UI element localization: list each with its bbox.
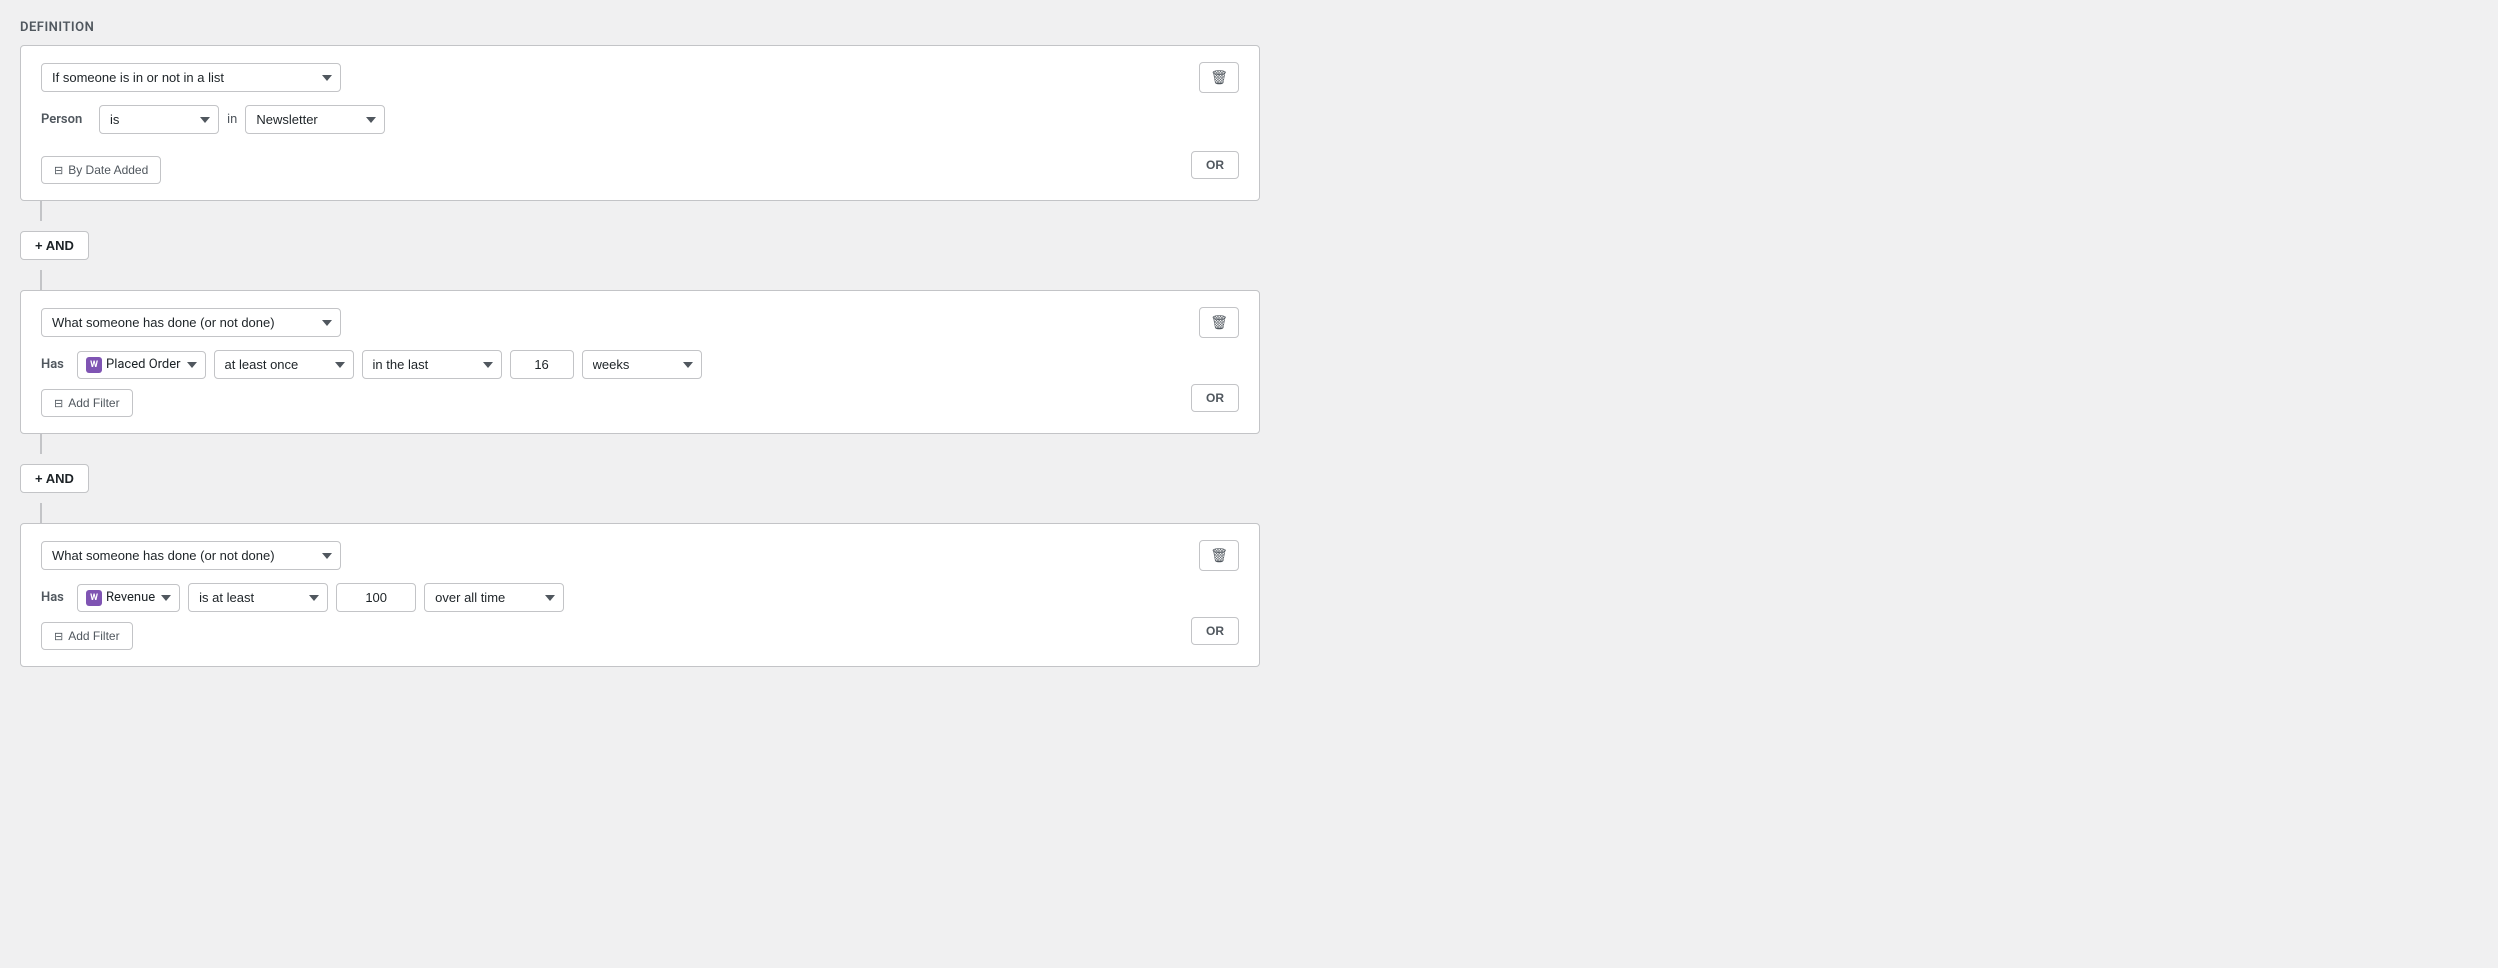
definition-label: Definition: [20, 20, 1260, 35]
and-connector-1: + AND: [20, 231, 1260, 260]
and-button-1[interactable]: + AND: [20, 231, 89, 260]
time-value-input-2[interactable]: [510, 350, 574, 379]
delete-block-2-button[interactable]: 🗑: [1199, 307, 1239, 338]
person-is-select[interactable]: is: [99, 105, 219, 134]
trash-icon-2: 🗑: [1210, 314, 1228, 331]
and-line-1: [40, 201, 42, 221]
condition-row-top-1: If someone is in or not in a list 🗑: [41, 62, 1239, 93]
trash-icon-1: 🗑: [1210, 69, 1228, 86]
woo-action-select-3[interactable]: Revenue: [77, 584, 180, 612]
woo-icon-3: [86, 590, 102, 606]
frequency-select-2[interactable]: at least once: [214, 350, 354, 379]
filter-icon-2: ⊟: [54, 397, 63, 410]
block1-footer: ⊟ By Date Added OR: [41, 146, 1239, 184]
condition-row-top-3: What someone has done (or not done) 🗑: [41, 540, 1239, 571]
has-label-3: Has: [41, 590, 69, 605]
woo-action-select-2[interactable]: Placed Order: [77, 351, 206, 379]
condition-block-3: What someone has done (or not done) 🗑 Ha…: [20, 523, 1260, 667]
delete-block-1-button[interactable]: 🗑: [1199, 62, 1239, 93]
condition-type-select-3[interactable]: What someone has done (or not done): [41, 541, 341, 570]
condition-type-select-1[interactable]: If someone is in or not in a list: [41, 63, 341, 92]
and-line-2b: [40, 503, 42, 523]
person-row: Person is in Newsletter: [41, 105, 1239, 134]
and-line-2: [40, 434, 42, 454]
time-unit-select-2[interactable]: weeks: [582, 350, 702, 379]
filter-icon-1: ⊟: [54, 164, 63, 177]
in-label: in: [227, 112, 237, 127]
and-connector-1-wrapper: + AND: [20, 201, 1260, 290]
and-connector-2: + AND: [20, 464, 1260, 493]
page-wrapper: Definition If someone is in or not in a …: [20, 20, 1260, 667]
value-input-3[interactable]: [336, 583, 416, 612]
has-row-2: Has Placed Order at least once in the la…: [41, 350, 1239, 379]
condition-block-1: If someone is in or not in a list 🗑 Pers…: [20, 45, 1260, 201]
delete-block-3-button[interactable]: 🗑: [1199, 540, 1239, 571]
condition-select-3[interactable]: is at least: [188, 583, 328, 612]
newsletter-select[interactable]: Newsletter: [245, 105, 385, 134]
add-filter-button-3[interactable]: ⊟ Add Filter: [41, 622, 133, 650]
condition-block-2: What someone has done (or not done) 🗑 Ha…: [20, 290, 1260, 434]
person-label: Person: [41, 112, 91, 127]
woo-icon-2: [86, 357, 102, 373]
and-connector-2-wrapper: + AND: [20, 434, 1260, 523]
by-date-added-button[interactable]: ⊟ By Date Added: [41, 156, 161, 184]
filter-icon-3: ⊟: [54, 630, 63, 643]
has-label-2: Has: [41, 357, 69, 372]
and-button-2[interactable]: + AND: [20, 464, 89, 493]
trash-icon-3: 🗑: [1210, 547, 1228, 564]
condition-row-top-2: What someone has done (or not done) 🗑: [41, 307, 1239, 338]
time-filter-select-2[interactable]: in the last: [362, 350, 502, 379]
and-line-1b: [40, 270, 42, 290]
or-button-2[interactable]: OR: [1191, 384, 1239, 412]
woo-action-label-2: Placed Order: [106, 357, 181, 372]
block2-footer: ⊟ Add Filter OR: [41, 379, 1239, 417]
or-button-3[interactable]: OR: [1191, 617, 1239, 645]
time-filter-select-3[interactable]: over all time: [424, 583, 564, 612]
or-button-1[interactable]: OR: [1191, 151, 1239, 179]
has-row-3: Has Revenue is at least over all time: [41, 583, 1239, 612]
add-filter-button-2[interactable]: ⊟ Add Filter: [41, 389, 133, 417]
condition-type-select-2[interactable]: What someone has done (or not done): [41, 308, 341, 337]
woo-action-label-3: Revenue: [106, 590, 155, 605]
block3-footer: ⊟ Add Filter OR: [41, 612, 1239, 650]
